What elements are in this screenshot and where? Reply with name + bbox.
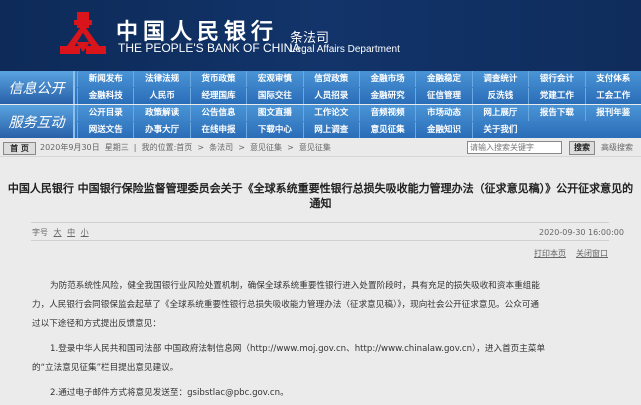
nav-item[interactable]: 金融知识 <box>415 121 471 138</box>
pboc-logo-icon <box>60 12 106 54</box>
close-window-link[interactable]: 关闭窗口 <box>576 248 608 259</box>
nav-item[interactable]: 公开目录 <box>77 105 133 121</box>
nav-item[interactable]: 报刊年鉴 <box>584 105 641 121</box>
nav-item[interactable]: 网上展厅 <box>471 105 528 121</box>
article-title-cont: 通知 <box>309 197 332 210</box>
nav-row: 新闻发布 法律法规 货币政策 宏观审慎 信贷政策 金融市场 金融稳定 调查统计 银行会计 支付体系 <box>77 71 641 87</box>
home-button[interactable]: 首 页 <box>3 142 36 155</box>
nav-item[interactable]: 人民币 <box>133 87 189 104</box>
nav-item[interactable]: 公告信息 <box>189 105 246 121</box>
nav-block-label[interactable]: 服务互动 <box>0 105 75 138</box>
nav-item[interactable]: 金融研究 <box>358 87 415 104</box>
paragraph-line: 力，人民银行会同银保监会起草了《全球系统重要性银行总损失吸收能力管理办法（征求意… <box>32 300 540 310</box>
font-size-controls: 字号 大 中 小 <box>32 227 89 238</box>
nav-item[interactable]: 银行会计 <box>528 71 584 87</box>
nav-item[interactable]: 支付体系 <box>584 71 641 87</box>
nav-item[interactable]: 反洗钱 <box>471 87 528 104</box>
divider <box>31 240 609 241</box>
nav-item[interactable]: 信贷政策 <box>302 71 359 87</box>
site-header: 中国人民银行 THE PEOPLE'S BANK OF CHINA 条法司 Le… <box>0 0 641 71</box>
breadcrumb-bar: 首 页 2020年9月30日 星期三 | 我的位置:首页 > 条法司 > 意见征… <box>0 139 641 157</box>
search-button[interactable]: 搜索 <box>569 141 595 155</box>
font-size-large[interactable]: 大 <box>54 228 62 237</box>
article-title: 中国人民银行 中国银行保险监督管理委员会关于《全球系统重要性银行总损失吸收能力管… <box>7 182 634 195</box>
nav-item[interactable]: 政策解读 <box>133 105 189 121</box>
nav-item[interactable]: 人员招录 <box>302 87 359 104</box>
nav-item[interactable]: 征信管理 <box>415 87 471 104</box>
nav-item[interactable]: 音频视频 <box>358 105 415 121</box>
nav-item[interactable]: 货币政策 <box>189 71 246 87</box>
nav-item[interactable]: 调查统计 <box>471 71 528 87</box>
font-size-label: 字号 <box>32 228 48 237</box>
nav-item[interactable]: 下载中心 <box>246 121 302 138</box>
nav-block: 信息公开 新闻发布 法律法规 货币政策 宏观审慎 信贷政策 金融市场 金融稳定 调查统计 银行会计… <box>0 71 641 104</box>
paragraph-line: 为防范系统性风险，健全我国银行业风险处置机制，确保全球系统重要性银行进入处置阶段… <box>50 281 540 291</box>
nav-item[interactable]: 宏观审慎 <box>246 71 302 87</box>
nav-item[interactable]: 意见征集 <box>358 121 415 138</box>
nav-item[interactable]: 报告下载 <box>528 105 584 121</box>
nav-row: 公开目录 政策解读 公告信息 图文直播 工作论文 音频视频 市场动态 网上展厅 报告下载 报刊年鉴 <box>77 105 641 121</box>
nav-row: 网送文告 办事大厅 在线申报 下载中心 网上调查 意见征集 金融知识 关于我们 <box>77 121 528 138</box>
publish-date: 2020-09-30 16:00:00 <box>539 228 624 237</box>
nav-item[interactable]: 办事大厅 <box>133 121 189 138</box>
advanced-search-link[interactable]: 高级搜索 <box>601 139 633 157</box>
nav-item[interactable]: 在线申报 <box>189 121 246 138</box>
bank-name-en: THE PEOPLE'S BANK OF CHINA <box>118 41 301 55</box>
breadcrumb: 2020年9月30日 星期三 | 我的位置:首页 > 条法司 > 意见征集 > … <box>40 143 331 152</box>
nav-item[interactable]: 图文直播 <box>246 105 302 121</box>
nav-item[interactable]: 金融科技 <box>77 87 133 104</box>
nav-item[interactable]: 新闻发布 <box>77 71 133 87</box>
nav-item[interactable]: 关于我们 <box>471 121 528 138</box>
nav-item[interactable]: 国际交往 <box>246 87 302 104</box>
font-size-medium[interactable]: 中 <box>67 228 75 237</box>
dept-name-en: Legal Affairs Department <box>290 44 400 55</box>
nav-block: 服务互动 公开目录 政策解读 公告信息 图文直播 工作论文 音频视频 市场动态 网上展厅 报告下载… <box>0 105 641 138</box>
paragraph-line: 1.登录中华人民共和国司法部 中国政府法制信息网（http://www.moj.… <box>50 344 546 354</box>
divider <box>31 222 609 223</box>
nav-row: 金融科技 人民币 经理国库 国际交往 人员招录 金融研究 征信管理 反洗钱 党建工作 工会工作 <box>77 87 641 104</box>
paragraph-line: 2.通过电子邮件方式将意见发送至：gsibstlac@pbc.gov.cn。 <box>50 388 289 398</box>
nav-item[interactable]: 经理国库 <box>189 87 246 104</box>
nav-block-label[interactable]: 信息公开 <box>0 71 75 104</box>
paragraph-line: 过以下途径和方式提出反馈意见： <box>32 319 161 329</box>
font-size-small[interactable]: 小 <box>81 228 89 237</box>
nav-item[interactable]: 网送文告 <box>77 121 133 138</box>
search-input[interactable]: 请输入搜索关键字 <box>467 141 562 154</box>
nav-item[interactable]: 金融稳定 <box>415 71 471 87</box>
nav-item[interactable]: 党建工作 <box>528 87 584 104</box>
nav-item[interactable]: 工会工作 <box>584 87 641 104</box>
nav-item[interactable]: 金融市场 <box>358 71 415 87</box>
nav-item[interactable]: 法律法规 <box>133 71 189 87</box>
main-nav: 信息公开 新闻发布 法律法规 货币政策 宏观审慎 信贷政策 金融市场 金融稳定 调查统计 银行会计… <box>0 71 641 139</box>
print-link[interactable]: 打印本页 <box>534 248 566 259</box>
nav-item[interactable]: 市场动态 <box>415 105 471 121</box>
nav-item[interactable]: 工作论文 <box>302 105 359 121</box>
nav-item[interactable]: 网上调查 <box>302 121 359 138</box>
paragraph-line: 的“立法意见征集”栏目提出意见建议。 <box>32 363 179 373</box>
